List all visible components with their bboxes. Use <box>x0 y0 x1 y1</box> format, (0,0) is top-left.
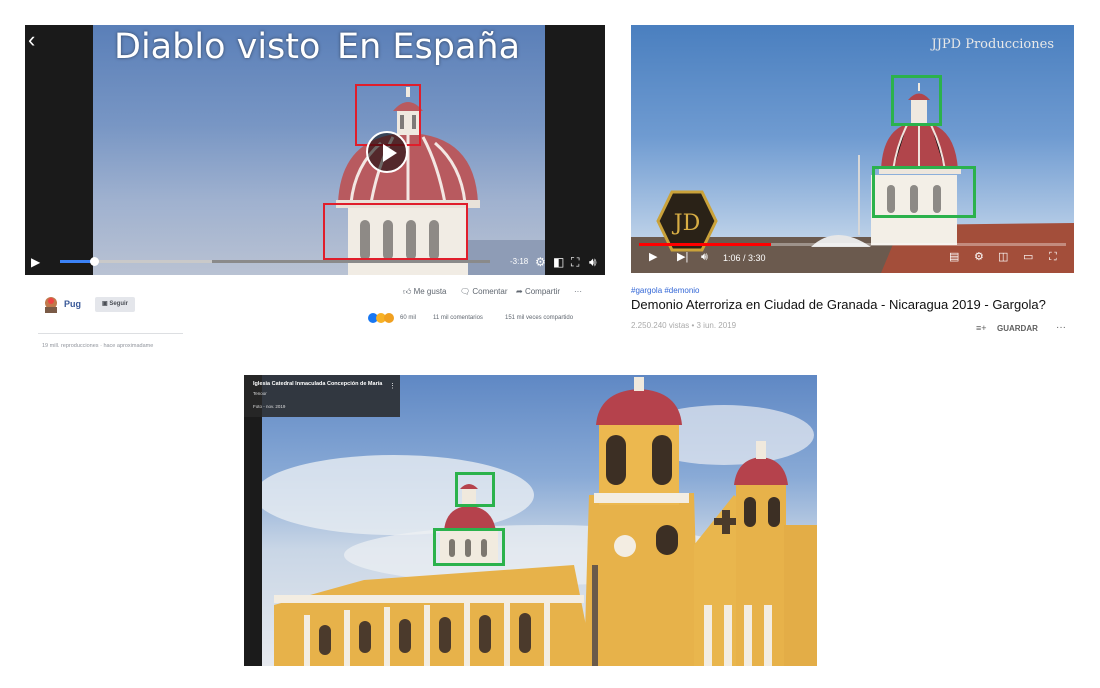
reactions-count[interactable]: 60 mil <box>400 315 416 321</box>
share-button[interactable]: ➦ Compartir <box>516 287 560 296</box>
follow-button[interactable]: ▣ Seguir <box>95 297 136 312</box>
facebook-video-frame: Diablo visto En España <box>93 25 545 275</box>
highlight-box-top <box>891 75 942 126</box>
comment-icon: 🗨︎ <box>460 287 473 296</box>
highlight-box-base <box>433 528 505 566</box>
haha-reaction-icon <box>384 313 394 323</box>
more-options-button[interactable]: ··· <box>1056 322 1066 333</box>
chevron-left-icon[interactable]: ‹ <box>28 27 35 53</box>
video-caption-right: En España <box>337 27 521 67</box>
volume-icon[interactable]: 🔊︎ <box>701 250 708 264</box>
more-vert-icon[interactable]: ⋮ <box>389 382 396 390</box>
like-label: Me gusta <box>413 287 447 296</box>
share-label: Compartir <box>524 287 561 296</box>
share-icon: ➦ <box>516 287 525 296</box>
seek-bar-played <box>639 243 772 246</box>
subtitles-icon[interactable]: ▤ <box>949 250 959 264</box>
play-button-large[interactable] <box>366 131 408 173</box>
seek-bar-played <box>60 260 95 263</box>
gear-icon[interactable]: ⚙ <box>535 249 546 275</box>
fullscreen-icon[interactable]: ⛶ <box>571 249 579 275</box>
gear-icon[interactable]: ⚙ <box>974 250 984 264</box>
hashtags[interactable]: #gargola #demonio <box>631 286 700 295</box>
highlight-box-base <box>872 166 976 218</box>
add-to-playlist-icon: ≡+ <box>976 323 987 333</box>
play-icon[interactable]: ▶ <box>649 250 657 264</box>
divider <box>38 333 183 334</box>
comments-count[interactable]: 11 mil comentarios <box>433 315 483 321</box>
comment-label: Comentar <box>472 287 508 296</box>
photo-date: Foto - nov. 2019 <box>253 404 286 409</box>
thumbs-up-icon: 👍︎ <box>403 287 414 296</box>
theater-mode-icon[interactable]: ▭ <box>1023 250 1033 264</box>
facebook-post-meta: Pug ▣ Seguir 👍︎ Me gusta 🗨︎ Comentar ➦ C… <box>38 285 588 355</box>
video-title: Demonio Aterroriza en Ciudad de Granada … <box>631 297 1046 312</box>
next-icon[interactable]: ▶| <box>677 250 688 264</box>
reactions-icons[interactable] <box>368 313 396 324</box>
facebook-video-player[interactable]: Diablo visto En España ‹ ▶ -3:18 ⚙ ◧ ⛶ 🔊… <box>25 25 605 275</box>
cathedral-photo <box>244 375 817 666</box>
highlight-box-top <box>455 472 495 507</box>
follow-label: Seguir <box>109 301 129 307</box>
comment-button[interactable]: 🗨︎ Comentar <box>460 287 508 296</box>
highlight-box-base <box>323 203 468 260</box>
video-stats: 2.250.240 vistas • 3 jun. 2019 <box>631 321 737 328</box>
street-view-photo[interactable]: Iglesia Catedral Inmaculada Concepción d… <box>244 375 817 666</box>
like-button[interactable]: 👍︎ Me gusta <box>403 287 447 297</box>
seek-bar[interactable] <box>60 260 490 263</box>
place-subtitle: Tenoor <box>253 391 267 396</box>
channel-name-link[interactable]: Pug <box>64 299 81 309</box>
pip-icon[interactable]: ◧ <box>553 249 564 275</box>
volume-icon[interactable]: 🔊︎ <box>589 249 597 275</box>
save-button[interactable]: GUARDAR <box>997 324 1038 333</box>
video-caption-left: Diablo visto <box>114 27 321 67</box>
youtube-video-player[interactable]: JJPD Producciones JD ▶ ▶| 🔊︎ 1:06 / 3:30… <box>631 25 1074 273</box>
time-display: 1:06 / 3:30 <box>723 253 766 263</box>
shares-count[interactable]: 151 mil veces compartido <box>505 315 573 321</box>
place-info-card[interactable]: Iglesia Catedral Inmaculada Concepción d… <box>244 375 400 417</box>
channel-watermark: JJPD Producciones <box>931 37 1055 52</box>
views-text: 19 mill. reproducciones · hace aproximad… <box>42 343 154 349</box>
time-remaining: -3:18 <box>510 257 529 266</box>
seek-bar-buffered <box>94 260 213 263</box>
avatar[interactable] <box>42 295 60 313</box>
miniplayer-icon[interactable]: ◫ <box>998 250 1008 264</box>
more-options-button[interactable]: ··· <box>574 287 582 296</box>
seek-bar[interactable] <box>639 243 1066 246</box>
youtube-video-meta: #gargola #demonio Demonio Aterroriza en … <box>631 283 1074 335</box>
play-icon[interactable]: ▶ <box>31 249 40 275</box>
place-name[interactable]: Iglesia Catedral Inmaculada Concepción d… <box>253 381 382 387</box>
fullscreen-icon[interactable]: ⛶ <box>1049 250 1057 264</box>
svg-text:JD: JD <box>672 211 700 236</box>
